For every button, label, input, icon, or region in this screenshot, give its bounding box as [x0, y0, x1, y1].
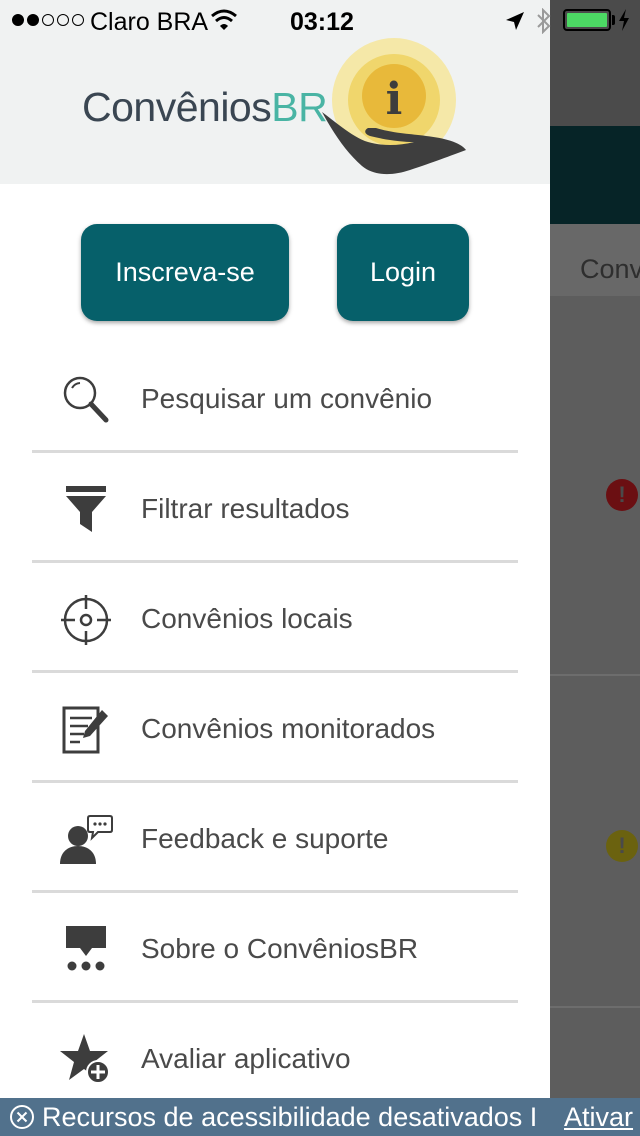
charging-bolt-icon [619, 9, 629, 31]
menu-label: Avaliar aplicativo [141, 1043, 351, 1074]
menu-label: Convênios locais [141, 603, 353, 634]
menu-item-about[interactable]: Sobre o ConvêniosBR [32, 895, 518, 1005]
menu-divider [32, 1000, 518, 1003]
menu-item-search[interactable]: Pesquisar um convênio [32, 345, 518, 455]
menu-divider [32, 780, 518, 783]
menu-label: Feedback e suporte [141, 823, 389, 854]
menu-item-local[interactable]: Convênios locais [32, 565, 518, 675]
document-edit-icon [62, 706, 108, 754]
menu-item-filter[interactable]: Filtrar resultados [32, 455, 518, 565]
feedback-support-icon [60, 815, 113, 864]
menu-divider [32, 450, 518, 453]
filter-icon [66, 486, 106, 532]
logo-name: Convênios [82, 84, 272, 130]
signal-strength-icon [12, 14, 84, 26]
menu-item-feedback[interactable]: Feedback e suporte [32, 785, 518, 895]
menu-divider [32, 890, 518, 893]
alert-red-icon: ! [606, 479, 638, 511]
menu-item-monitored[interactable]: Convênios monitorados [32, 675, 518, 785]
background-row-divider [550, 1006, 640, 1008]
app-logo-text: ConvêniosBR [82, 84, 328, 131]
rate-star-icon [60, 1034, 110, 1084]
status-time: 03:12 [290, 8, 354, 36]
alert-yellow-icon: ! [606, 830, 638, 862]
menu-label: Filtrar resultados [141, 493, 350, 524]
svg-text:i: i [386, 74, 403, 125]
logo-hand-info-icon: i [322, 38, 466, 175]
menu-divider [32, 670, 518, 673]
menu-divider [32, 560, 518, 563]
accessibility-message: Recursos de acessibilidade desativados I [42, 1102, 538, 1132]
about-icon [66, 926, 106, 971]
menu-label: Sobre o ConvêniosBR [141, 933, 419, 964]
carrier-name: Claro BRA [90, 8, 209, 36]
side-drawer: ConvêniosBR i Inscreva-se Login Pesquisa… [0, 0, 550, 1100]
close-circle-icon[interactable] [9, 1104, 35, 1130]
menu-label: Pesquisar um convênio [141, 383, 433, 414]
bluetooth-icon [537, 8, 551, 34]
battery-icon [563, 9, 611, 31]
signup-button[interactable]: Inscreva-se [81, 224, 289, 321]
status-bar: Claro BRA 03:12 [0, 0, 640, 40]
battery-tip [612, 15, 615, 25]
location-arrow-icon [506, 12, 524, 30]
activate-link[interactable]: Ativar [564, 1102, 633, 1133]
background-row-divider [550, 674, 640, 676]
login-button[interactable]: Login [337, 224, 469, 321]
accessibility-bar: Recursos de acessibilidade desativados I… [0, 1098, 640, 1136]
search-icon [63, 376, 109, 423]
menu-label: Convênios monitorados [141, 713, 436, 744]
wifi-icon [211, 9, 237, 30]
background-tab-label[interactable]: Conv [580, 254, 640, 285]
crosshair-icon [61, 595, 111, 645]
